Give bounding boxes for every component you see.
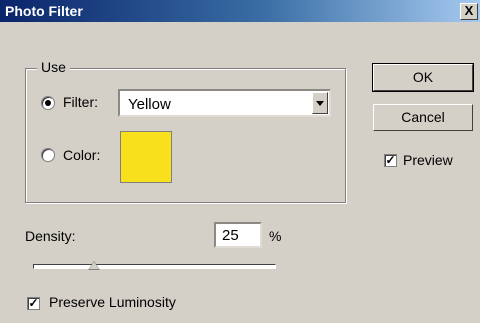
density-slider-track[interactable] — [33, 264, 276, 269]
filter-label: Filter: — [63, 94, 98, 110]
color-radio[interactable] — [41, 148, 55, 162]
preserve-luminosity-checkbox[interactable]: ✓ — [27, 297, 40, 310]
cancel-button[interactable]: Cancel — [373, 104, 473, 131]
filter-radio[interactable] — [41, 96, 55, 110]
window-title: Photo Filter — [5, 3, 83, 19]
preview-checkbox[interactable]: ✓ — [384, 154, 397, 167]
preview-label: Preview — [403, 152, 453, 168]
use-group-label: Use — [37, 59, 70, 75]
close-button[interactable]: X — [460, 3, 478, 20]
ok-button[interactable]: OK — [372, 63, 474, 92]
color-swatch[interactable] — [120, 131, 172, 183]
chevron-down-icon[interactable] — [312, 92, 328, 114]
color-label: Color: — [63, 147, 101, 163]
density-slider-thumb[interactable] — [87, 261, 100, 270]
density-unit: % — [269, 228, 282, 244]
preserve-luminosity-label: Preserve Luminosity — [49, 294, 176, 310]
density-input[interactable]: 25 — [214, 222, 262, 248]
filter-selected-value: Yellow — [128, 96, 171, 113]
density-label: Density: — [25, 228, 76, 244]
filter-dropdown[interactable]: Yellow — [118, 89, 331, 117]
title-bar: Photo Filter X — [0, 0, 480, 22]
